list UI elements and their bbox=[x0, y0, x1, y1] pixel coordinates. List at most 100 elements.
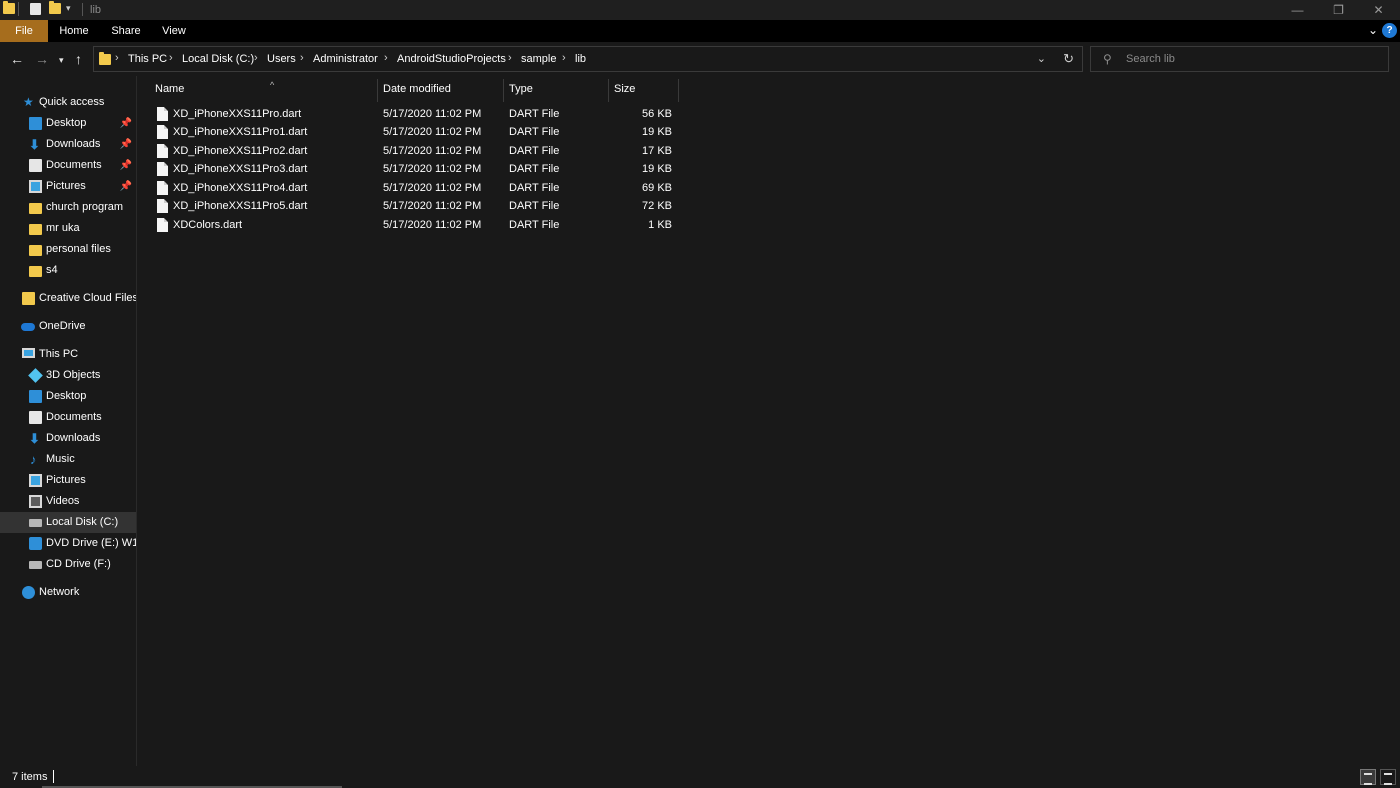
pin-icon[interactable]: 📌 bbox=[120, 155, 132, 176]
pictures-icon bbox=[29, 474, 42, 487]
tab-view[interactable]: View bbox=[156, 20, 192, 42]
file-row[interactable]: XD_iPhoneXXS11Pro3.dart 5/17/2020 11:02 … bbox=[152, 160, 700, 178]
breadcrumb-sample[interactable]: sample bbox=[521, 53, 556, 65]
forward-arrow-icon[interactable]: → bbox=[35, 51, 49, 67]
column-header-date[interactable]: Date modified bbox=[377, 79, 504, 102]
search-icon: ⚲ bbox=[1103, 52, 1112, 66]
column-header-label: Type bbox=[509, 83, 533, 95]
sidebar-item-label: Local Disk (C:) bbox=[46, 516, 119, 528]
sidebar-item-creative-cloud-files[interactable]: Creative Cloud Files bbox=[0, 288, 136, 309]
file-list-pane: Name ^ Date modified Type Size XD_iPhone… bbox=[138, 76, 1400, 766]
sidebar-item-downloads[interactable]: ⬇ Downloads bbox=[0, 428, 136, 449]
file-type: DART File bbox=[509, 163, 560, 175]
file-row[interactable]: XD_iPhoneXXS11Pro4.dart 5/17/2020 11:02 … bbox=[152, 179, 700, 197]
videos-icon bbox=[29, 495, 42, 508]
sidebar-item-onedrive[interactable]: OneDrive bbox=[0, 316, 136, 337]
ribbon-expand-icon[interactable]: ⌄ bbox=[1368, 23, 1378, 37]
address-bar[interactable]: › This PC › Local Disk (C:) › Users › Ad… bbox=[93, 46, 1083, 72]
up-arrow-icon[interactable]: ↑ bbox=[75, 51, 82, 67]
search-box[interactable]: ⚲ bbox=[1090, 46, 1389, 72]
file-date: 5/17/2020 11:02 PM bbox=[383, 182, 482, 194]
sidebar-item-mr-uka[interactable]: mr uka bbox=[0, 218, 136, 239]
file-size: 72 KB bbox=[642, 200, 672, 212]
search-input[interactable] bbox=[1126, 51, 1376, 67]
pin-icon[interactable]: 📌 bbox=[120, 113, 132, 134]
chevron-down-icon[interactable]: ⌄ bbox=[1037, 52, 1046, 65]
breadcrumb-separator[interactable]: › bbox=[562, 52, 566, 64]
sidebar-item-documents[interactable]: Documents bbox=[0, 407, 136, 428]
column-header-size[interactable]: Size bbox=[608, 79, 679, 102]
breadcrumb-this-pc[interactable]: This PC bbox=[128, 53, 167, 65]
maximize-button[interactable]: ❐ bbox=[1316, 0, 1361, 20]
breadcrumb-androidstudioprojects[interactable]: AndroidStudioProjects bbox=[397, 53, 506, 65]
column-header-type[interactable]: Type bbox=[503, 79, 609, 102]
file-row[interactable]: XD_iPhoneXXS11Pro1.dart 5/17/2020 11:02 … bbox=[152, 123, 700, 141]
sidebar-item-videos[interactable]: Videos bbox=[0, 491, 136, 512]
sidebar-item-desktop[interactable]: Desktop bbox=[0, 386, 136, 407]
breadcrumb-local-disk[interactable]: Local Disk (C:) bbox=[182, 53, 254, 65]
sidebar-item-personal-files[interactable]: personal files bbox=[0, 239, 136, 260]
sidebar-item-church-program[interactable]: church program bbox=[0, 197, 136, 218]
file-date: 5/17/2020 11:02 PM bbox=[383, 200, 482, 212]
help-icon[interactable]: ? bbox=[1382, 23, 1397, 38]
folder-icon bbox=[29, 224, 42, 235]
breadcrumb-separator[interactable]: › bbox=[300, 52, 304, 64]
sidebar-item-label: s4 bbox=[46, 264, 58, 276]
folder-icon bbox=[29, 203, 42, 214]
file-row[interactable]: XD_iPhoneXXS11Pro5.dart 5/17/2020 11:02 … bbox=[152, 197, 700, 215]
pin-icon[interactable]: 📌 bbox=[120, 134, 132, 155]
refresh-icon[interactable]: ↻ bbox=[1063, 51, 1074, 67]
file-size: 56 KB bbox=[642, 108, 672, 120]
sidebar-item-network[interactable]: Network bbox=[0, 582, 136, 603]
sidebar-item-pictures[interactable]: Pictures bbox=[0, 470, 136, 491]
sidebar-item-label: Downloads bbox=[46, 432, 101, 444]
breadcrumb-separator: › bbox=[115, 52, 119, 64]
details-view-icon[interactable] bbox=[1360, 769, 1376, 785]
sidebar-item-pictures[interactable]: Pictures 📌 bbox=[0, 176, 136, 197]
sidebar-item-music[interactable]: ♪ Music bbox=[0, 449, 136, 470]
sidebar-item-this-pc[interactable]: This PC bbox=[0, 344, 136, 365]
new-folder-icon[interactable] bbox=[49, 1, 61, 14]
file-date: 5/17/2020 11:02 PM bbox=[383, 219, 482, 231]
sidebar-item-3d-objects[interactable]: 3D Objects bbox=[0, 365, 136, 386]
folder-icon bbox=[29, 266, 42, 277]
sidebar-item-desktop[interactable]: Desktop 📌 bbox=[0, 113, 136, 134]
breadcrumb-lib[interactable]: lib bbox=[575, 53, 586, 65]
close-button[interactable]: ✕ bbox=[1356, 0, 1400, 20]
sidebar-item-downloads[interactable]: ⬇ Downloads 📌 bbox=[0, 134, 136, 155]
pin-icon[interactable]: 📌 bbox=[120, 176, 132, 197]
recent-locations-chevron-icon[interactable]: ▾ bbox=[59, 52, 64, 68]
creative-cloud-icon bbox=[22, 292, 35, 305]
breadcrumb-separator[interactable]: › bbox=[169, 52, 173, 64]
sidebar-item-local-disk[interactable]: Local Disk (C:) bbox=[0, 512, 136, 533]
breadcrumb-users[interactable]: Users bbox=[267, 53, 296, 65]
tab-home[interactable]: Home bbox=[54, 20, 94, 42]
breadcrumb-separator[interactable]: › bbox=[508, 52, 512, 64]
file-row[interactable]: XDColors.dart 5/17/2020 11:02 PM DART Fi… bbox=[152, 216, 700, 234]
breadcrumb-separator[interactable]: › bbox=[254, 52, 258, 64]
navigation-pane: ★ Quick access Desktop 📌 ⬇ Downloads 📌 D… bbox=[0, 76, 137, 766]
folder-icon bbox=[3, 1, 15, 14]
sidebar-item-s4[interactable]: s4 bbox=[0, 260, 136, 281]
large-icons-view-icon[interactable] bbox=[1380, 769, 1396, 785]
file-name: XD_iPhoneXXS11Pro3.dart bbox=[173, 163, 308, 175]
sidebar-item-dvd-drive[interactable]: DVD Drive (E:) W10... bbox=[0, 533, 136, 554]
file-row[interactable]: XD_iPhoneXXS11Pro.dart 5/17/2020 11:02 P… bbox=[152, 105, 700, 123]
file-row[interactable]: XD_iPhoneXXS11Pro2.dart 5/17/2020 11:02 … bbox=[152, 142, 700, 160]
column-headers: Name ^ Date modified Type Size bbox=[138, 76, 698, 102]
back-arrow-icon[interactable]: ← bbox=[10, 51, 24, 67]
sidebar-item-quick-access[interactable]: ★ Quick access bbox=[0, 92, 136, 113]
breadcrumb-administrator[interactable]: Administrator bbox=[313, 53, 378, 65]
properties-icon[interactable] bbox=[30, 3, 41, 15]
column-header-name[interactable]: Name ^ bbox=[149, 79, 378, 102]
sidebar-item-documents[interactable]: Documents 📌 bbox=[0, 155, 136, 176]
minimize-button[interactable]: — bbox=[1275, 0, 1320, 20]
customize-toolbar-icon[interactable]: ▾ bbox=[66, 3, 71, 14]
dvd-drive-icon bbox=[29, 537, 42, 550]
item-count: 7 items bbox=[12, 771, 48, 783]
tab-share[interactable]: Share bbox=[106, 20, 146, 42]
breadcrumb-separator[interactable]: › bbox=[384, 52, 388, 64]
divider bbox=[18, 2, 19, 16]
tab-file[interactable]: File bbox=[0, 20, 48, 42]
sidebar-item-cd-drive[interactable]: CD Drive (F:) bbox=[0, 554, 136, 575]
